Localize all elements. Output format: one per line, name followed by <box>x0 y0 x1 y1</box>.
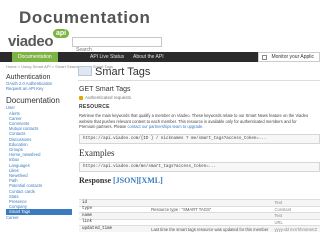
examples-heading: Examples <box>79 147 115 158</box>
api-badge: api <box>53 29 70 38</box>
nav-tab-about[interactable]: About the API <box>127 52 170 62</box>
request-url-code: https://api.viadeo.com/{ID } / nicknames… <box>79 133 320 144</box>
viadeo-logo[interactable]: viadeo api <box>8 29 70 50</box>
search-box[interactable] <box>72 37 162 54</box>
sidebar-link-career-footer[interactable]: Career <box>6 215 72 220</box>
main-content: Smart Tags GET Smart Tags Authenticated … <box>76 66 320 185</box>
response-heading: Response [JSON][XML] <box>79 176 320 185</box>
table-row: updated_time Last time the smart tags re… <box>79 225 320 232</box>
sidebar-link-api-key[interactable]: Request an API Key <box>6 86 72 91</box>
slide-title: Documentation <box>19 8 151 27</box>
description: Retrieve the main keywords that qualify … <box>79 113 314 130</box>
format-links[interactable]: [JSON][XML] <box>113 176 163 185</box>
field-name: updated_time <box>79 225 149 232</box>
api-logo-icon <box>78 66 92 76</box>
description-line-1: Retrieve the main keywords that qualify … <box>79 113 295 118</box>
lock-icon <box>79 95 83 100</box>
sidebar: Authentication OAuth 2.0 Authentication … <box>6 72 72 220</box>
example-url-code: https://api.viadeo.com/me/smart_tags?acc… <box>79 161 320 172</box>
monitor-applications-button[interactable]: Monitor your Applic <box>258 52 320 62</box>
auth-note: Authenticated requests <box>79 95 320 100</box>
field-type: yyyy-dd mm'hhmmss'Z <box>271 225 320 232</box>
sidebar-heading-authentication: Authentication <box>6 74 51 81</box>
nav-tab-live-status[interactable]: API Live Status <box>84 52 130 62</box>
monitor-checkbox-icon <box>262 55 268 60</box>
page-title: Smart Tags <box>78 66 320 81</box>
endpoint-title: GET Smart Tags <box>79 86 131 93</box>
field-description: Last time the smart tags resource was up… <box>148 225 272 232</box>
response-fields-table: id Text type Resource type : "SMART TAGS… <box>79 199 320 232</box>
logo-text: viadeo <box>8 33 54 50</box>
sidebar-heading-documentation: Documentation <box>6 96 60 106</box>
monitor-label: Monitor your Applic <box>271 54 314 60</box>
response-heading-text: Response <box>79 175 112 185</box>
top-navbar: Documentation API Live Status About the … <box>0 52 320 62</box>
resource-label: RESOURCE <box>79 104 110 110</box>
nav-tab-documentation[interactable]: Documentation <box>12 52 58 62</box>
page-title-text: Smart Tags <box>95 66 151 78</box>
partnerships-link[interactable]: contact our partnerships team to upgrade… <box>127 124 203 129</box>
auth-note-text: Authenticated requests <box>85 95 132 100</box>
